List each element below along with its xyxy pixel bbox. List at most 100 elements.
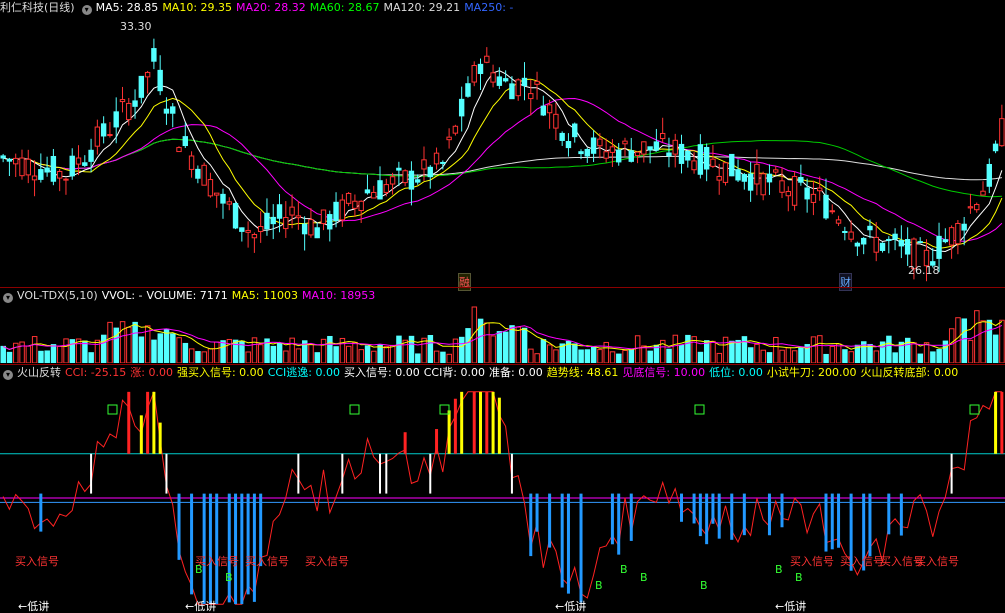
candle-body [333,201,339,222]
volume-bar [798,347,804,363]
volume-bar [415,353,421,363]
volume-bar [917,353,924,363]
candle-body [352,200,358,209]
candle-body [741,174,748,182]
volume-bar [82,340,88,363]
candle-body [716,175,722,181]
candle-body [427,166,433,178]
candle-body [295,215,302,219]
ind-legend-item: 小试牛刀: 200.00 [766,366,857,379]
candle-body [628,150,634,162]
candle-body [892,233,898,240]
volume-title: VOL-TDX(5,10) [17,289,98,302]
volume-bar [948,328,955,363]
volume-bar [101,334,107,363]
b-marker: B [620,563,628,576]
candle-body [226,201,232,205]
volume-bar [616,353,622,363]
box-marker [349,404,360,415]
candle-body [132,100,138,107]
b-marker: B [700,579,708,592]
volume-bar [773,336,779,363]
volume-bar [634,335,641,363]
ma-legend-item: MA5: 28.85 [95,1,159,14]
volume-bar [358,349,365,363]
candle-body [791,175,798,206]
volume-bar [207,348,214,363]
candle-body [685,150,691,161]
buy-signal-label: 买入信号 [305,555,349,568]
volume-bar [383,346,390,363]
candle-body [408,170,415,190]
volume-bar [25,345,32,363]
candle-body [848,231,854,240]
ma20-line [2,97,1003,242]
settings-icon[interactable]: ▾ [3,293,13,303]
ma5-line [2,70,1003,253]
volume-bar [496,331,503,363]
b-marker: B [640,571,648,584]
settings-icon[interactable]: ▾ [3,370,13,380]
candle-body [301,223,308,235]
volume-bar [590,346,597,363]
price-panel[interactable]: 利仁科技(日线) ▾ MA5: 28.85 MA10: 29.35 MA20: 28.3… [0,0,1005,291]
candle-body [766,173,773,183]
candle-body [641,141,647,155]
buy-signal-label: 买入信号 [790,555,834,568]
candle-body [540,105,547,116]
ma-legend-item: MA20: 28.32 [236,1,306,14]
candlestick-chart[interactable] [0,16,1005,286]
volume-bar [540,339,547,363]
indicator-panel[interactable]: ▾ 火山反转 CCI: -25.15 涨: 0.00 强买入信号: 0.00 CCI逃逸:… [0,365,1005,613]
candle-body [835,219,842,224]
volume-bar [609,351,616,363]
candle-body [383,184,389,193]
candle-body [257,226,264,232]
candle-body [220,193,226,204]
volume-bar [553,349,559,363]
volume-bar [980,320,986,363]
volume-bar [779,349,785,363]
price-header: 利仁科技(日线) ▾ MA5: 28.85 MA10: 29.35 MA20: 28.3… [0,0,521,16]
volume-bar [220,340,226,363]
candle-body [948,227,955,246]
candle-body [314,227,320,239]
indicator-chart[interactable]: 买入信号 买入信号 买入信号 买入信号 买入信号 买入信号买入信号买入信号←低讲 ←低讲 ←低… [0,383,1005,613]
volume-bar [666,348,672,363]
ind-legend-item: CCI: -25.15 [65,366,127,379]
volume-chart[interactable] [0,305,1005,363]
candle-body [452,125,459,134]
candle-body [898,240,905,247]
b-marker: B [595,579,603,592]
volume-bar [754,343,760,363]
candle-body [974,204,980,211]
candle-body [798,176,804,183]
volume-bar [201,351,207,363]
candle-body [157,69,163,92]
volume-bar [873,350,880,363]
b-marker: B [225,571,233,584]
candle-body [377,180,383,200]
candle-body [747,173,754,191]
candle-body [144,71,151,78]
candle-body [389,176,396,185]
candle-body [534,80,540,85]
settings-icon[interactable]: ▾ [81,5,92,15]
volume-bar [967,339,974,363]
candle-body [502,78,509,82]
low-point-label: ←低讲 [555,599,586,613]
volume-panel[interactable]: ▾ VOL-TDX(5,10) VVOL: - VOLUME: 7171 MA5: 11… [0,288,1005,364]
volume-bar [710,340,716,363]
volume-bar [44,350,50,363]
vol-legend-item: MA10: 18953 [302,289,376,302]
volume-bar [163,328,170,363]
volume-bar [697,351,704,363]
b-marker: B [775,563,783,576]
volume-bar [377,344,383,363]
volume-bar [911,342,917,363]
volume-bar [421,337,427,363]
volume-bar [534,353,540,363]
volume-bar [886,335,892,363]
volume-bar [584,349,591,363]
volume-bar [735,339,741,363]
